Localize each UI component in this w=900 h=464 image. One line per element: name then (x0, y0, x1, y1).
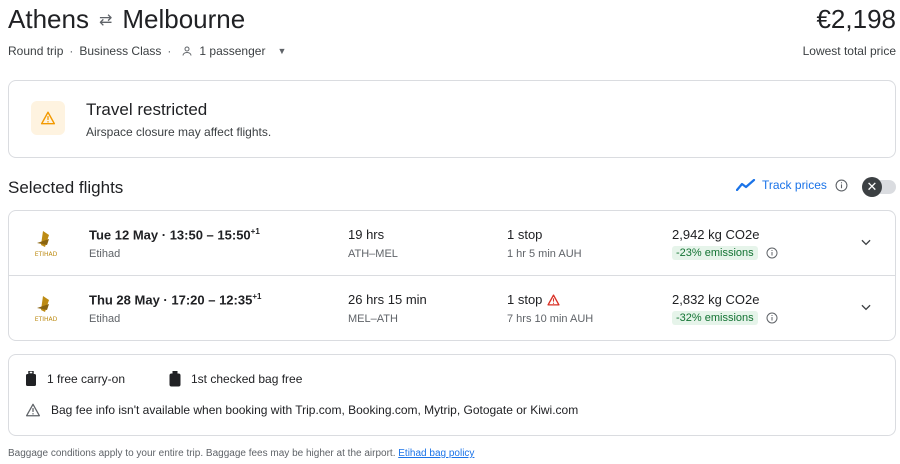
footer-text: Baggage conditions apply to your entire … (8, 448, 396, 459)
trip-type: Round trip (8, 44, 64, 58)
checked-bag-label: 1st checked bag free (191, 372, 303, 386)
warning-icon (26, 403, 40, 417)
price-note: Lowest total price (802, 44, 896, 58)
alert-title: Travel restricted (86, 100, 208, 119)
info-icon[interactable] (766, 312, 778, 324)
day-offset: +1 (252, 292, 262, 301)
co2-amount: 2,832 kg CO2e (672, 292, 760, 307)
close-icon: ✕ (862, 177, 882, 197)
passenger-selector[interactable]: 1 passenger ▼ (181, 44, 286, 58)
separator-dot: · (167, 44, 172, 58)
cabin-class: Business Class (79, 44, 162, 58)
flight-date-times: Thu 28 May · 17:20 – 12:35+1 (89, 292, 262, 308)
layover-info: 1 hr 5 min AUH (507, 248, 582, 260)
selected-flights-heading: Selected flights (8, 178, 124, 197)
svg-text:ETIHAD: ETIHAD (35, 316, 58, 323)
selected-flights-list: ETIHAD Tue 12 May · 13:50 – 15:50+1 Etih… (8, 210, 896, 341)
flight-row-outbound[interactable]: ETIHAD Tue 12 May · 13:50 – 15:50+1 Etih… (9, 211, 895, 276)
arrive-time: 12:35 (219, 292, 253, 308)
svg-text:ETIHAD: ETIHAD (35, 251, 58, 258)
track-prices-label: Track prices (762, 178, 827, 192)
total-price: €2,198 (816, 4, 896, 34)
destination-city: Melbourne (122, 4, 246, 34)
stops-label: 1 stop (507, 292, 543, 307)
track-prices-button[interactable]: Track prices (736, 178, 848, 192)
depart-time: 13:50 (169, 227, 203, 243)
warning-icon[interactable] (547, 293, 560, 306)
person-icon (182, 46, 192, 56)
flight-row-return[interactable]: ETIHAD Thu 28 May · 17:20 – 12:35+1 Etih… (9, 276, 895, 341)
depart-time: 17:20 (171, 292, 205, 308)
arrive-time: 15:50 (217, 227, 251, 243)
layover-info: 7 hrs 10 min AUH (507, 313, 594, 325)
dropdown-caret-icon: ▼ (277, 46, 287, 56)
passenger-count: 1 passenger (199, 44, 266, 58)
flight-route: ATH–MEL (348, 248, 398, 260)
swap-arrows-icon: ⇄ (98, 11, 113, 29)
carry-on-info: 1 free carry-on (25, 371, 125, 387)
bag-fee-warning: Bag fee info isn't available when bookin… (25, 403, 578, 417)
alert-text: Airspace closure may affect flights. (86, 125, 272, 139)
emissions-badge: -32% emissions (672, 311, 758, 325)
baggage-footer: Baggage conditions apply to your entire … (8, 448, 474, 459)
stops-label: 1 stop (507, 227, 543, 242)
chevron-down-icon[interactable] (859, 300, 873, 314)
bag-policy-link[interactable]: Etihad bag policy (398, 448, 474, 459)
origin-city: Athens (8, 4, 89, 34)
checked-bag-icon (169, 371, 181, 387)
etihad-logo: ETIHAD (35, 231, 58, 258)
warning-icon (40, 111, 56, 125)
route-title: Athens ⇄ Melbourne (8, 4, 245, 35)
flight-duration: 26 hrs 15 min (348, 292, 427, 307)
bag-fee-warning-text: Bag fee info isn't available when bookin… (51, 403, 579, 417)
etihad-logo: ETIHAD (35, 296, 58, 323)
trip-header: Athens ⇄ Melbourne €2,198 Round trip · B… (8, 4, 896, 60)
chevron-down-icon[interactable] (859, 235, 873, 249)
emissions-badge: -23% emissions (672, 246, 758, 260)
trend-line-icon (736, 179, 756, 191)
airline-name: Etihad (89, 313, 121, 325)
emissions-info: -23% emissions (672, 246, 778, 260)
flight-date-times: Tue 12 May · 13:50 – 15:50+1 (89, 227, 260, 243)
info-icon[interactable] (766, 247, 778, 259)
checked-bag-info: 1st checked bag free (169, 371, 302, 387)
flight-stops: 1 stop (507, 227, 542, 242)
flight-route: MEL–ATH (348, 313, 398, 325)
co2-amount: 2,942 kg CO2e (672, 227, 760, 242)
info-icon[interactable] (835, 179, 848, 192)
day-offset: +1 (250, 227, 260, 236)
warning-icon-box (31, 101, 65, 135)
carry-on-label: 1 free carry-on (47, 372, 126, 386)
airline-name: Etihad (89, 248, 121, 260)
baggage-info: 1 free carry-on 1st checked bag free Bag… (8, 354, 896, 436)
track-prices-toggle[interactable]: ✕ (862, 177, 896, 197)
travel-restriction-alert: Travel restricted Airspace closure may a… (8, 80, 896, 158)
carry-on-bag-icon (26, 371, 36, 386)
flight-date: Tue 12 May (89, 227, 159, 243)
trip-options: Round trip · Business Class · 1 passenge… (8, 44, 286, 58)
separator-dot: · (69, 44, 74, 58)
flight-stops: 1 stop (507, 292, 560, 307)
emissions-info: -32% emissions (672, 311, 778, 325)
flight-date: Thu 28 May (89, 292, 160, 308)
flight-duration: 19 hrs (348, 227, 385, 242)
